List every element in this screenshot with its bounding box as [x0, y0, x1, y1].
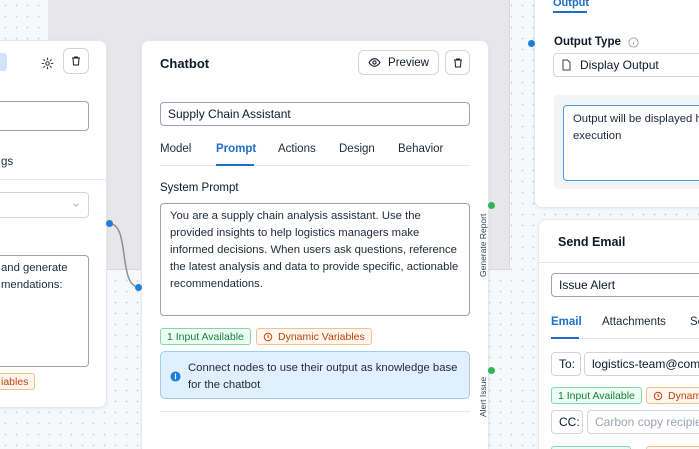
document-icon	[562, 59, 571, 71]
trash-icon	[72, 56, 80, 66]
chatbot-delete-button[interactable]	[445, 50, 470, 75]
email-inputs-badge: 1 Input Available	[551, 387, 642, 404]
to-input[interactable]: logistics-team@comp	[584, 352, 699, 376]
output-type-value: Display Output	[580, 58, 659, 72]
dynamic-variables-badge[interactable]: Dynamic Variables	[256, 328, 372, 345]
to-label-box: To:	[551, 352, 581, 376]
alert-issue-label: Alert Issue	[478, 376, 488, 417]
info-text: Connect nodes to use their output as kno…	[188, 362, 458, 391]
left-textarea[interactable]: and generate mendations:	[0, 255, 89, 367]
output-type-select[interactable]: Display Output	[553, 53, 699, 77]
active-tab-indicator	[216, 164, 254, 166]
system-prompt-label: System Prompt	[160, 182, 239, 194]
email-header-divider	[539, 262, 699, 263]
eye-icon	[368, 58, 381, 67]
settings-button[interactable]	[37, 53, 57, 73]
tab-model[interactable]: Model	[160, 143, 191, 155]
output-input-handle[interactable]	[528, 40, 535, 47]
tab-settings[interactable]: Se	[690, 316, 699, 328]
delete-button[interactable]	[63, 48, 89, 74]
left-field-label: gs	[1, 156, 14, 168]
generate-report-handle[interactable]	[488, 202, 495, 209]
chatbot-name-input[interactable]: Supply Chain Assistant	[160, 102, 470, 126]
info-icon	[170, 371, 181, 382]
alert-issue-handle[interactable]	[488, 367, 495, 374]
chevron-down-icon	[73, 203, 79, 207]
generate-report-label: Generate Report	[478, 213, 488, 277]
send-email-node[interactable]: Send Email Issue Alert Email Attachments…	[538, 219, 699, 449]
tab-design[interactable]: Design	[339, 143, 375, 155]
email-tab-indicator	[551, 337, 579, 339]
left-variables-badge: iables	[0, 373, 36, 390]
cc-label-box: CC:	[551, 410, 583, 434]
dynamic-variables-label: Dynamic Variables	[278, 330, 365, 343]
trash-icon	[453, 58, 462, 67]
chatbot-bottom-divider	[160, 411, 470, 412]
tab-email[interactable]: Email	[551, 316, 582, 328]
left-name-input[interactable]	[0, 101, 89, 131]
chatbot-input-handle[interactable]	[135, 284, 142, 291]
email-variables-label: Dynami	[668, 389, 699, 402]
chatbot-title: Chatbot	[160, 56, 210, 71]
email-variables-badge[interactable]: Dynami	[646, 387, 699, 404]
tab-behavior[interactable]: Behavior	[398, 143, 443, 155]
output-type-label: Output Type	[554, 36, 639, 48]
tab-attachments[interactable]: Attachments	[602, 316, 666, 328]
output-preview-textarea[interactable]: Output will be displayed h execution	[563, 105, 699, 181]
left-node[interactable]: gs and generate mendations: iables	[0, 40, 107, 408]
left-output-handle[interactable]	[106, 220, 113, 227]
left-node-chip	[0, 53, 7, 71]
preview-button[interactable]: Preview	[358, 50, 439, 75]
output-tab[interactable]: Output	[553, 0, 589, 9]
tabs-divider	[160, 165, 470, 166]
output-node[interactable]: Output Output Type Display Output Output…	[534, 0, 699, 208]
cc-input[interactable]: Carbon copy recipien	[587, 410, 699, 434]
clock-icon	[653, 391, 663, 400]
output-type-text: Output Type	[554, 36, 621, 48]
tab-actions[interactable]: Actions	[278, 143, 316, 155]
system-prompt-textarea[interactable]: You are a supply chain analysis assistan…	[160, 203, 470, 316]
knowledge-info-box: Connect nodes to use their output as kno…	[160, 351, 470, 399]
left-divider	[0, 179, 106, 180]
tab-prompt[interactable]: Prompt	[216, 143, 256, 155]
chatbot-node[interactable]: Chatbot Preview Supply Chain Assistant M…	[141, 40, 489, 449]
preview-label: Preview	[388, 56, 429, 69]
info-circle-icon	[628, 36, 639, 48]
output-tab-indicator	[553, 11, 587, 13]
gear-icon	[41, 57, 53, 69]
clock-icon	[263, 332, 273, 341]
email-subject-input[interactable]: Issue Alert	[551, 273, 699, 297]
left-select[interactable]	[0, 192, 89, 218]
inputs-available-badge: 1 Input Available	[160, 328, 251, 345]
send-email-title: Send Email	[558, 235, 626, 249]
